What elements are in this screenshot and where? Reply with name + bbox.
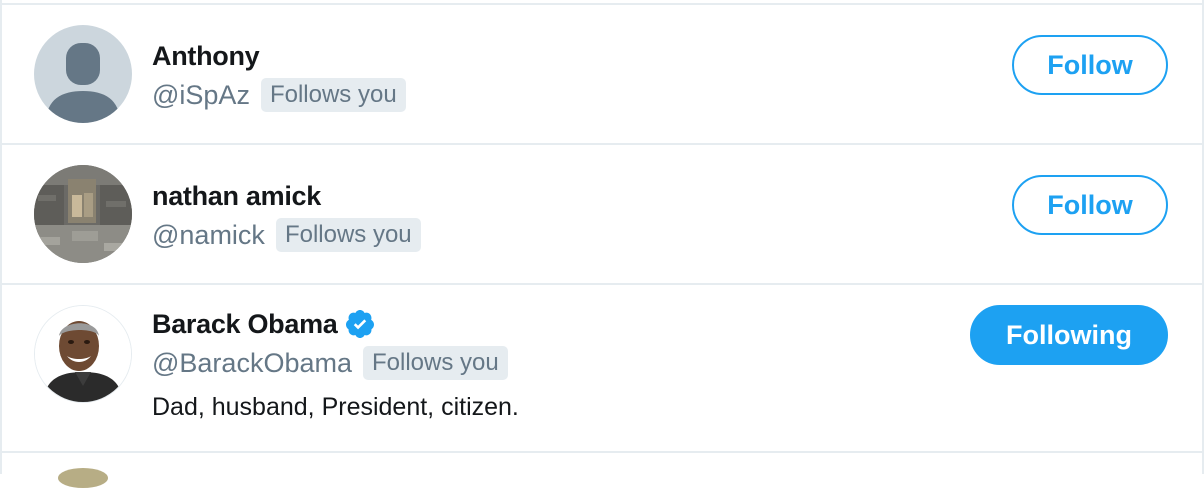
follows-you-badge: Follows you — [275, 218, 421, 252]
avatar[interactable] — [58, 468, 108, 488]
avatar[interactable] — [34, 305, 132, 403]
photo-portrait-icon — [35, 306, 131, 402]
verified-badge-icon — [345, 310, 374, 338]
user-info: Anthony @iSpAz Follows you — [152, 39, 406, 115]
user-row[interactable]: Anthony @iSpAz Follows you Follow — [2, 5, 1202, 145]
user-list: Anthony @iSpAz Follows you Follow nathan… — [0, 0, 1204, 488]
user-name[interactable]: Barack Obama — [152, 309, 338, 340]
follow-button[interactable]: Follow — [1012, 175, 1168, 235]
avatar[interactable] — [34, 165, 132, 263]
user-bio: Dad, husband, President, citizen. — [152, 393, 519, 421]
default-avatar-icon — [34, 25, 132, 123]
follows-you-badge: Follows you — [362, 346, 508, 380]
avatar[interactable] — [34, 25, 132, 123]
follow-button[interactable]: Follow — [1012, 35, 1168, 95]
follows-you-badge: Follows you — [260, 78, 406, 112]
user-info: nathan amick @namick Follows you — [152, 179, 421, 255]
user-name[interactable]: Anthony — [152, 41, 260, 72]
user-info: Barack Obama @BarackObama Follows you Da… — [152, 307, 519, 422]
user-handle[interactable]: @iSpAz — [152, 80, 250, 111]
user-name[interactable]: nathan amick — [152, 181, 321, 212]
photo-stone-wall-icon — [34, 165, 132, 263]
user-handle[interactable]: @BarackObama — [152, 348, 352, 379]
user-handle[interactable]: @namick — [152, 220, 265, 251]
user-row[interactable]: Barack Obama @BarackObama Follows you Da… — [2, 285, 1202, 453]
following-button[interactable]: Following — [970, 305, 1168, 365]
user-row[interactable]: nathan amick @namick Follows you Follow — [2, 145, 1202, 285]
